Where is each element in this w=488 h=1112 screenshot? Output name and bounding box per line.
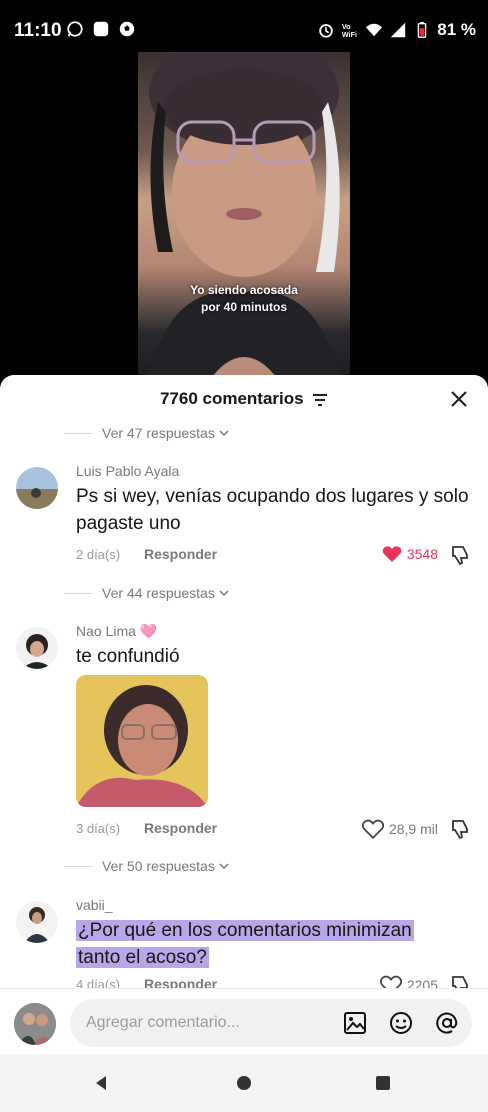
back-icon[interactable] [92, 1074, 110, 1092]
avatar[interactable] [16, 901, 58, 943]
video-frame[interactable]: Yo siendo acosada por 40 minutos [138, 52, 350, 382]
system-nav-bar [0, 1054, 488, 1112]
comment-text: te confundió [76, 646, 180, 667]
like-button[interactable]: 3548 [382, 545, 438, 563]
chevron-down-icon [219, 863, 229, 870]
view-replies-button[interactable]: Ver 50 respuestas [64, 858, 229, 874]
filter-icon[interactable] [312, 393, 328, 407]
video-player[interactable]: Yo siendo acosada por 40 minutos [0, 52, 488, 382]
comment-input[interactable]: Agregar comentario... [70, 999, 472, 1047]
view-replies-button[interactable]: Ver 44 respuestas [64, 585, 229, 601]
comment-username[interactable]: vabii_ [76, 897, 113, 913]
signal-icon [391, 22, 406, 38]
recents-icon[interactable] [374, 1074, 392, 1092]
comment-username[interactable]: Nao Lima 🩷 [76, 623, 157, 640]
reply-button[interactable]: Responder [144, 546, 217, 562]
view-replies-button[interactable]: Ver 47 respuestas [64, 425, 229, 441]
reply-button[interactable]: Responder [144, 820, 217, 836]
comment-input-placeholder: Agregar comentario... [86, 1014, 240, 1031]
comment-text: ¿Por qué en los comentarios minimizan ta… [76, 920, 414, 968]
like-count: 3548 [406, 546, 438, 562]
comment-item: Luis Pablo Ayala Ps si wey, venías ocupa… [0, 463, 488, 573]
sheet-header: 7760 comentarios [0, 389, 488, 413]
wifi-icon [366, 23, 383, 37]
comment-username[interactable]: Luis Pablo Ayala [76, 463, 179, 479]
battery-level: 81 % [437, 20, 476, 39]
alarm-icon [319, 24, 333, 38]
avatar[interactable] [16, 467, 58, 509]
whatsapp-icon [67, 21, 83, 37]
soccer-ball-icon [119, 21, 135, 37]
heart-outline-icon [361, 819, 384, 839]
comment-input-bar: Agregar comentario... [0, 988, 488, 1054]
comments-sheet: 7760 comentarios Ver 47 respuestas Luis … [0, 375, 488, 1112]
svg-text:WiFi: WiFi [342, 30, 357, 39]
app-icon [93, 21, 109, 37]
battery-icon [417, 21, 427, 38]
comments-count-title: 7760 comentarios [159, 389, 304, 408]
comment-text: Ps si wey, venías ocupando dos lugares y… [76, 486, 469, 534]
comment-image[interactable] [76, 675, 208, 807]
comment-item: Nao Lima 🩷 te confundió 3 día(s) Respond… [0, 623, 488, 853]
heart-filled-icon [382, 546, 402, 562]
avatar[interactable] [16, 627, 58, 669]
comment-time: 3 día(s) [76, 821, 121, 836]
like-count: 28,9 mil [388, 821, 438, 837]
vowifi-icon: VoWiFi [342, 22, 357, 39]
chevron-down-icon [219, 430, 229, 437]
status-time: 11:10 [14, 20, 62, 41]
video-thumbnail-person [148, 52, 340, 382]
home-icon[interactable] [235, 1074, 253, 1092]
comment-time: 2 día(s) [76, 547, 121, 562]
image-icon[interactable] [342, 1010, 368, 1036]
dislike-icon[interactable] [450, 544, 472, 566]
like-button[interactable]: 28,9 mil [361, 819, 438, 839]
dislike-icon[interactable] [450, 818, 472, 840]
chevron-down-icon [219, 590, 229, 597]
mention-icon[interactable] [434, 1010, 460, 1036]
comment-item: vabii_ ¿Por qué en los comentarios minim… [0, 895, 488, 996]
status-bar: 11:10 Vo WiFi 81 % [0, 0, 488, 52]
avatar[interactable] [14, 1003, 56, 1045]
video-caption: Yo siendo acosada por 40 minutos [190, 283, 298, 314]
emoji-sticker-icon[interactable] [388, 1010, 414, 1036]
close-icon[interactable] [448, 388, 470, 410]
